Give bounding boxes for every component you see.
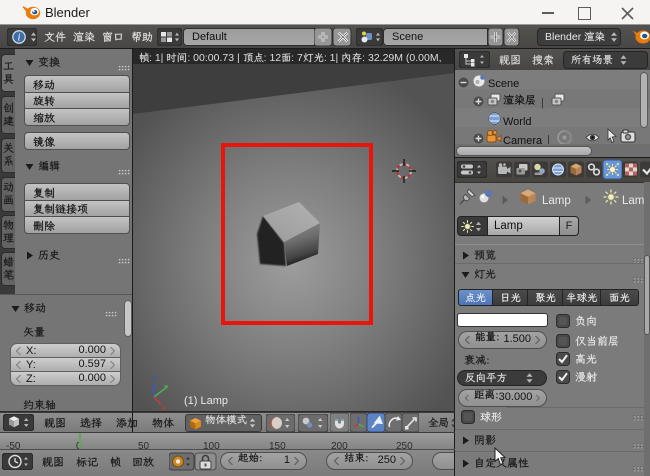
svg-text:i: i — [18, 33, 21, 44]
svg-text:(1) Lamp: (1) Lamp — [184, 395, 228, 407]
svg-text:z: z — [152, 373, 157, 383]
